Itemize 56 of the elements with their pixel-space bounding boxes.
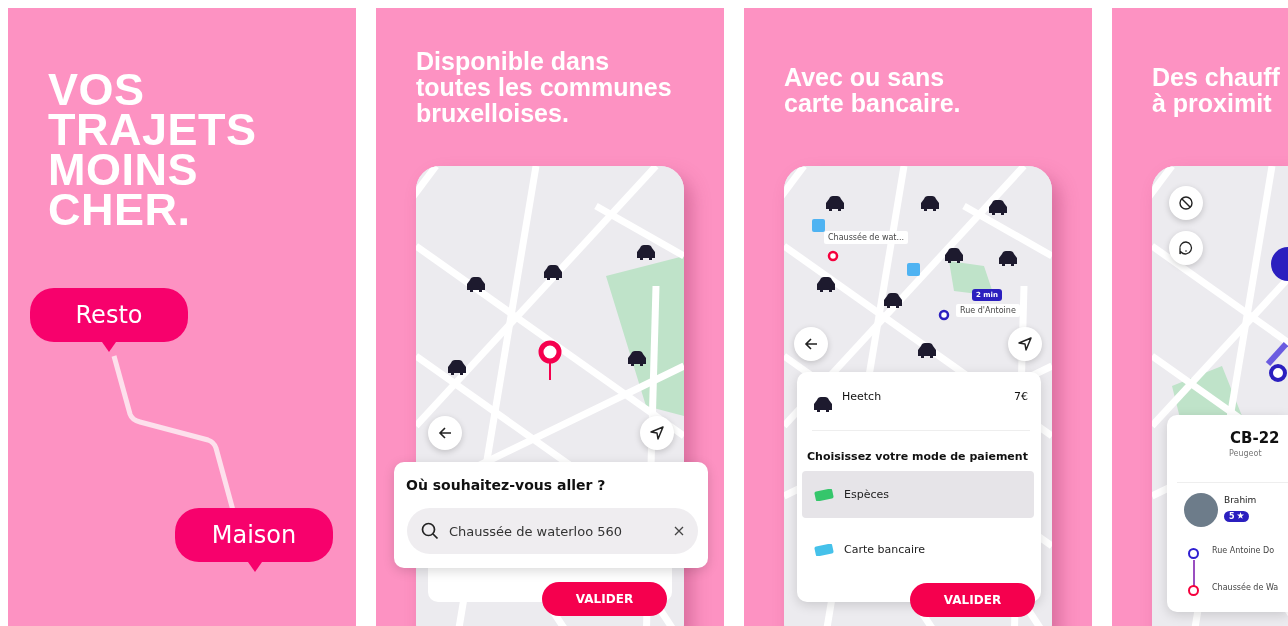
map-pin-icon: [538, 340, 562, 380]
car-icon: [917, 343, 937, 359]
validate-button[interactable]: VALIDER: [910, 583, 1035, 617]
plate-number: CB-22: [1230, 429, 1280, 447]
bubble-pointer: [102, 342, 116, 352]
place-bubble: Resto: [30, 288, 188, 342]
metro-icon: [812, 219, 825, 232]
section-title: Choisissez votre mode de paiement: [807, 450, 1028, 463]
headline: Avec ou sans carte bancaire.: [784, 64, 961, 116]
headline: Des chauff à proximit: [1152, 64, 1280, 116]
car-icon: [825, 196, 845, 212]
help-icon: [1178, 240, 1194, 256]
car-icon: [988, 200, 1008, 216]
ride-price: 7€: [1014, 390, 1028, 403]
cash-icon: [814, 488, 834, 501]
bubble-pointer: [248, 562, 262, 572]
route-drawing: [1264, 342, 1288, 382]
navigation-arrow-icon: [1017, 336, 1033, 352]
headline: Disponible dans toutes les communes bruxelloises.: [416, 48, 672, 126]
back-arrow-icon: [437, 425, 453, 441]
car-icon: [543, 265, 563, 281]
rating-badge: 5: [1224, 511, 1250, 522]
cancel-icon: [1178, 195, 1194, 211]
metro-icon: [907, 263, 920, 276]
car-icon: [920, 196, 940, 212]
car-icon: [944, 248, 964, 264]
search-icon: [421, 522, 439, 540]
car-model: Peugeot: [1229, 449, 1262, 458]
place-bubble: Maison: [175, 508, 333, 562]
car-icon: [447, 360, 467, 376]
car-icon: [466, 277, 486, 293]
stop-address: Rue Antoine Do: [1212, 546, 1275, 555]
payment-option[interactable]: Espèces: [802, 471, 1034, 518]
car-icon: [627, 351, 647, 367]
headline: VOS TRAJETS MOINS CHER.: [48, 70, 257, 230]
navigation-arrow-icon: [649, 425, 665, 441]
car-icon: [636, 245, 656, 261]
back-arrow-icon: [803, 336, 819, 352]
star-icon: [1237, 512, 1245, 519]
card-icon: [814, 543, 834, 556]
car-icon: [998, 251, 1018, 267]
driver-name: Brahim: [1224, 495, 1257, 505]
prompt-text: Où souhaitez-vous aller ?: [406, 477, 606, 493]
ride-name: Heetch: [842, 390, 882, 403]
origin-marker-icon: [938, 309, 950, 321]
close-icon[interactable]: [674, 526, 684, 536]
validate-button[interactable]: VALIDER: [542, 582, 667, 616]
stop-address: Chaussée de Wa: [1212, 583, 1279, 592]
car-icon: [883, 293, 903, 309]
map-label: Chaussée de wat...: [824, 231, 909, 244]
route-line: [1192, 560, 1196, 586]
car-icon: [813, 397, 833, 413]
car-icon: [816, 277, 836, 293]
search-field[interactable]: Chaussée de waterloo 560: [407, 508, 698, 554]
map-label: Rue d'Antoine: [956, 304, 1020, 317]
destination-marker-icon: [827, 250, 839, 262]
